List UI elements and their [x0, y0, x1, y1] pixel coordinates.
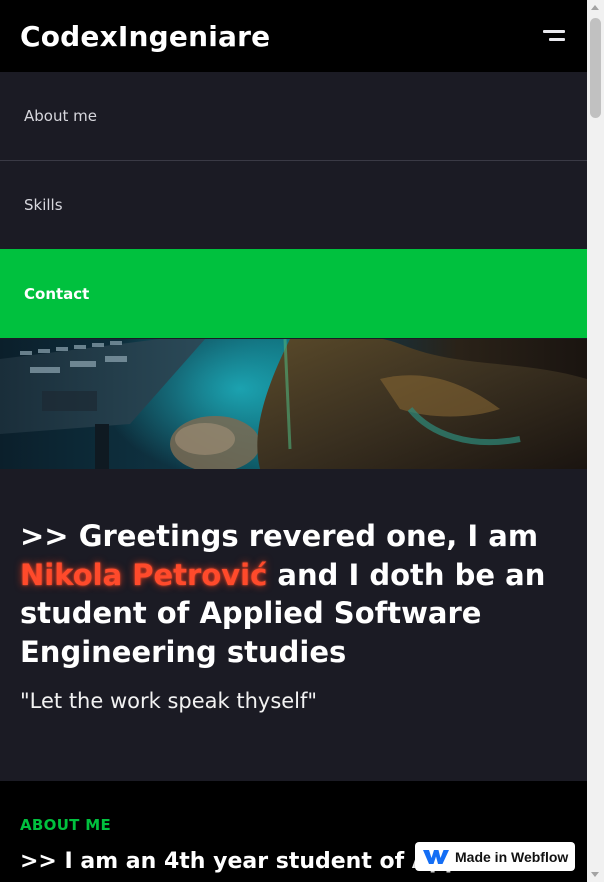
- hero-quote: "Let the work speak thyself": [20, 689, 318, 713]
- made-in-webflow-badge[interactable]: Made in Webflow: [415, 842, 575, 871]
- about-section-label: ABOUT ME: [20, 816, 112, 834]
- menu-icon-bar-bottom: [549, 38, 565, 41]
- scrollbar-thumb[interactable]: [590, 18, 601, 118]
- hero-headline: >> Greetings revered one, I am Nikola Pe…: [20, 517, 565, 671]
- page-scrollbar[interactable]: [587, 0, 604, 882]
- webflow-logo-icon: [423, 849, 449, 864]
- author-name: Nikola Petrović: [20, 557, 268, 592]
- scroll-up-icon[interactable]: [591, 5, 599, 10]
- hero-text-block: >> Greetings revered one, I am Nikola Pe…: [20, 517, 565, 713]
- brand-logo[interactable]: CodexIngeniare: [20, 20, 270, 53]
- headline-intro: >> Greetings revered one, I am: [20, 519, 539, 553]
- menu-icon[interactable]: [543, 28, 565, 44]
- scroll-down-icon[interactable]: [591, 872, 599, 877]
- nav-item-contact[interactable]: Contact: [0, 249, 587, 338]
- page: CodexIngeniare About me Skills Contact >…: [0, 0, 587, 882]
- nav-menu: About me Skills Contact: [0, 72, 587, 338]
- nav-item-about-me[interactable]: About me: [0, 72, 587, 161]
- hero-illustration: [0, 339, 587, 469]
- menu-icon-bar-top: [543, 30, 565, 33]
- hero-image: [0, 339, 587, 469]
- site-header: CodexIngeniare: [0, 0, 587, 72]
- badge-label: Made in Webflow: [455, 848, 569, 865]
- nav-item-skills[interactable]: Skills: [0, 161, 587, 249]
